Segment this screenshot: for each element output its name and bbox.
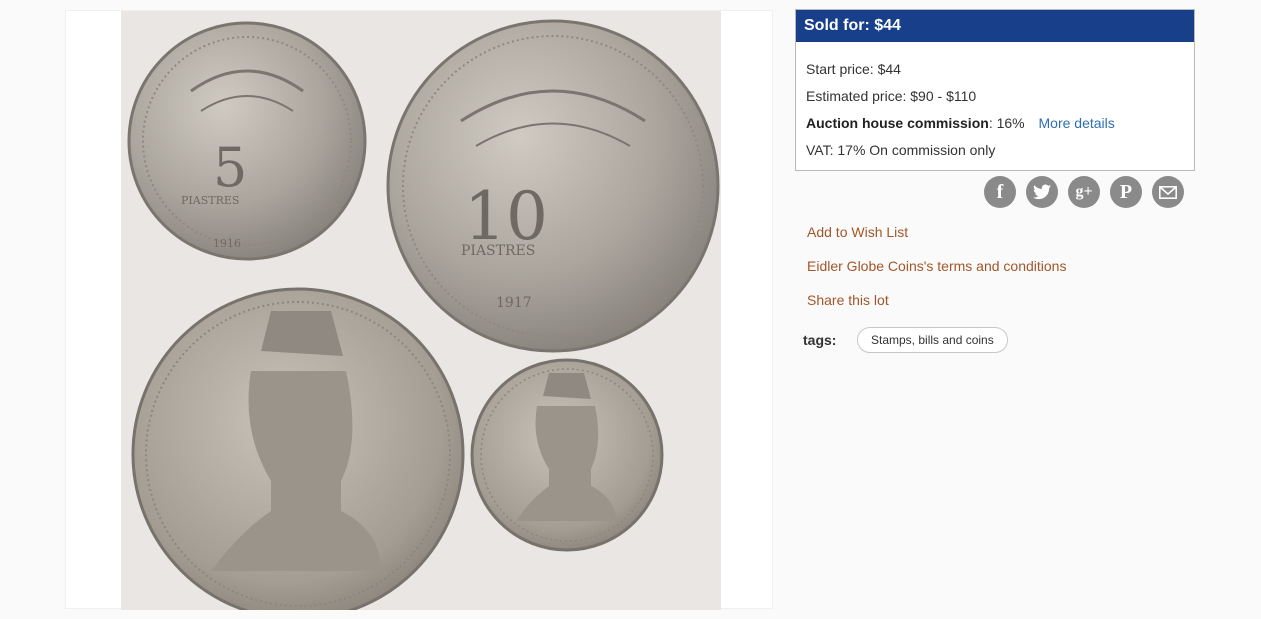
- estimated-price-value: $90 - $110: [910, 88, 977, 104]
- more-details-link[interactable]: More details: [1039, 115, 1115, 131]
- pinterest-icon[interactable]: P: [1110, 176, 1142, 208]
- tags-row: tags: Stamps, bills and coins: [803, 327, 1008, 353]
- google-plus-glyph: g+: [1075, 183, 1093, 200]
- pinterest-glyph: P: [1119, 180, 1133, 203]
- share-icons: f g+ P: [984, 176, 1184, 208]
- sold-for-header: Sold for: $44: [796, 10, 1194, 42]
- coin-10-unit: PIASTRES: [461, 243, 535, 259]
- start-price-value: $44: [877, 61, 901, 77]
- start-price-row: Start price: $44: [806, 56, 1184, 83]
- twitter-icon[interactable]: [1026, 176, 1058, 208]
- coin-10-date: 1917: [496, 295, 532, 311]
- commission-row: Auction house commission: 16% More detai…: [806, 110, 1184, 137]
- share-lot-link[interactable]: Share this lot: [807, 290, 1066, 324]
- price-box: Sold for: $44 Start price: $44 Estimated…: [795, 9, 1195, 171]
- envelope-icon: [1159, 185, 1177, 199]
- coin-5-value: 5: [213, 136, 247, 199]
- facebook-glyph: f: [996, 180, 1004, 203]
- coin-5-unit: PIASTRES: [181, 194, 239, 207]
- lot-photo[interactable]: 5 PIASTRES 1916 10 PIASTRES 1917: [121, 11, 721, 610]
- tag-pill[interactable]: Stamps, bills and coins: [857, 327, 1008, 353]
- add-to-wishlist-link[interactable]: Add to Wish List: [807, 222, 1066, 256]
- tags-label: tags:: [803, 332, 837, 348]
- email-icon[interactable]: [1152, 176, 1184, 208]
- twitter-bird-icon: [1033, 184, 1051, 200]
- google-plus-icon[interactable]: g+: [1068, 176, 1100, 208]
- commission-label: Auction house commission: [806, 115, 989, 131]
- coin-5-date: 1916: [213, 237, 241, 250]
- start-price-label: Start price:: [806, 61, 874, 77]
- facebook-icon[interactable]: f: [984, 176, 1016, 208]
- terms-link[interactable]: Eidler Globe Coins's terms and condition…: [807, 256, 1066, 290]
- estimated-price-label: Estimated price:: [806, 88, 907, 104]
- vat-row: VAT: 17% On commission only: [806, 142, 996, 158]
- coins-image: 5 PIASTRES 1916 10 PIASTRES 1917: [127, 19, 720, 610]
- estimated-price-row: Estimated price: $90 - $110: [806, 83, 1184, 110]
- action-links: Add to Wish List Eidler Globe Coins's te…: [807, 222, 1066, 324]
- commission-value: : 16%: [988, 115, 1025, 131]
- lot-image-panel: 5 PIASTRES 1916 10 PIASTRES 1917: [65, 10, 773, 610]
